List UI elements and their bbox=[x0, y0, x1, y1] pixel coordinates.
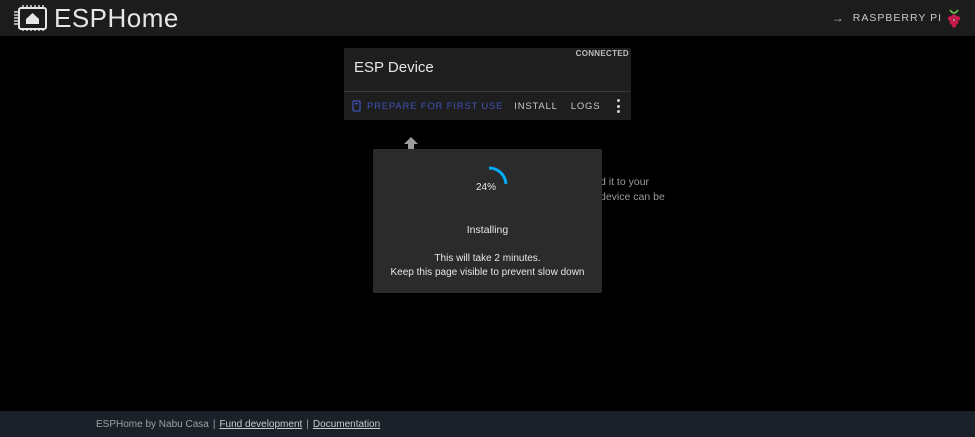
app-title: ESPHome bbox=[54, 2, 179, 33]
documentation-link[interactable]: Documentation bbox=[313, 419, 380, 430]
raspberry-pi-icon bbox=[947, 9, 961, 28]
prepare-first-use-label: PREPARE FOR FIRST USE bbox=[367, 100, 504, 112]
card-actions: PREPARE FOR FIRST USE INSTALL LOGS bbox=[344, 92, 631, 120]
prepare-first-use-button[interactable]: PREPARE FOR FIRST USE bbox=[352, 100, 503, 112]
installing-title: Installing bbox=[466, 224, 509, 236]
fund-development-link[interactable]: Fund development bbox=[219, 419, 302, 430]
app-logo[interactable]: ESPHome bbox=[14, 3, 179, 34]
progress-percent: 24% bbox=[475, 182, 496, 193]
footer-credit: ESPHome by Nabu Casa bbox=[96, 418, 209, 430]
platform-link[interactable]: → RASPBERRY PI bbox=[832, 8, 963, 28]
arrow-up-icon bbox=[404, 137, 418, 149]
footer: ESPHome by Nabu Casa | Fund development … bbox=[0, 411, 975, 437]
usb-device-icon bbox=[352, 100, 361, 112]
keep-visible-text: Keep this page visible to prevent slow d… bbox=[390, 267, 585, 278]
install-button[interactable]: INSTALL bbox=[514, 101, 557, 112]
background-description: d it to your device can be bbox=[600, 176, 665, 203]
arrow-right-icon: → bbox=[831, 11, 845, 25]
footer-separator: | bbox=[212, 418, 216, 430]
connection-status: CONNECTED bbox=[575, 49, 629, 58]
logs-button[interactable]: LOGS bbox=[571, 101, 601, 112]
footer-separator: | bbox=[306, 418, 309, 430]
platform-label: RASPBERRY PI bbox=[852, 12, 942, 24]
device-card: CONNECTED ESP Device PREPARE FOR FIRST U… bbox=[344, 48, 631, 120]
esphome-logo-icon bbox=[14, 5, 47, 31]
device-title: ESP Device bbox=[354, 59, 434, 76]
more-vertical-icon[interactable] bbox=[615, 99, 621, 113]
top-app-bar: ESPHome → RASPBERRY PI bbox=[0, 0, 975, 36]
install-progress-dialog: 24% Installing This will take 2 minutes.… bbox=[373, 149, 602, 293]
install-duration-text: This will take 2 minutes. bbox=[434, 253, 541, 264]
